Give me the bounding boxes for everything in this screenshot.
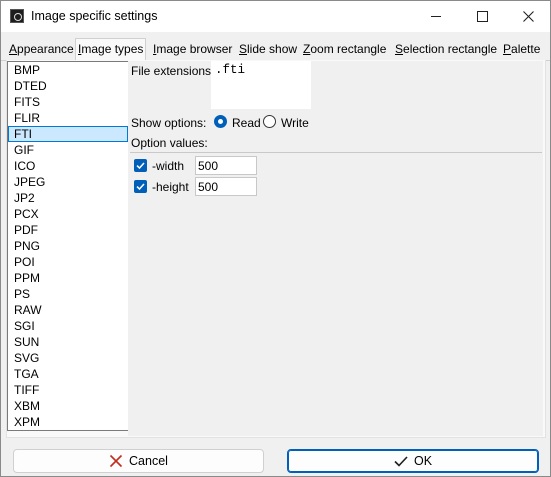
image-type-item[interactable]: GIF (8, 142, 128, 158)
window-title: Image specific settings (31, 9, 158, 23)
ok-button-label: OK (413, 454, 433, 468)
tab-image-types[interactable]: Image types (75, 38, 147, 61)
file-extensions-label: File extensions: (131, 64, 215, 78)
image-type-item[interactable]: TIFF (8, 382, 128, 398)
tab-slide-show[interactable]: Slide show (237, 40, 299, 59)
width-option-label: -width (152, 159, 185, 173)
image-type-item[interactable]: PPM (8, 270, 128, 286)
file-extensions-value: .fti (215, 63, 246, 77)
image-type-item[interactable]: FITS (8, 94, 128, 110)
tab-zoom-rectangle[interactable]: Zoom rectangle (301, 40, 388, 59)
image-type-list[interactable]: BMP DTED FITS FLIR FTI GIF ICO JPEG JP2 PCX PDF PNG… (7, 61, 129, 431)
write-radio-label[interactable]: Write (281, 116, 309, 130)
height-checkbox[interactable] (134, 180, 147, 193)
image-type-item[interactable]: FLIR (8, 110, 128, 126)
settings-dialog: Image specific settings Appearance Image… (0, 0, 551, 477)
option-values-label: Option values: (131, 136, 208, 150)
close-icon (522, 11, 534, 22)
cancel-x-icon (109, 454, 123, 468)
image-type-item[interactable]: JP2 (8, 190, 128, 206)
separator (130, 152, 542, 153)
ok-button[interactable]: OK (287, 449, 539, 473)
image-type-item[interactable]: JPEG (8, 174, 128, 190)
image-type-item[interactable]: ICO (8, 158, 128, 174)
tab-appearance[interactable]: Appearance (7, 40, 76, 59)
tab-palette[interactable]: Palette (501, 40, 542, 59)
image-type-item[interactable]: XPM (8, 414, 128, 430)
image-type-item[interactable]: DTED (8, 78, 128, 94)
image-type-item[interactable]: PNG (8, 238, 128, 254)
image-type-item[interactable]: RAW (8, 302, 128, 318)
height-option-input[interactable] (195, 177, 257, 196)
image-type-item[interactable]: PS (8, 286, 128, 302)
read-radio[interactable] (214, 115, 227, 128)
image-type-item[interactable]: SGI (8, 318, 128, 334)
show-options-label: Show options: (131, 116, 207, 130)
image-type-item[interactable]: PDF (8, 222, 128, 238)
width-checkbox[interactable] (134, 159, 147, 172)
image-type-item[interactable]: POI (8, 254, 128, 270)
image-type-item[interactable]: SUN (8, 334, 128, 350)
cancel-button[interactable]: Cancel (13, 449, 264, 473)
cancel-button-label: Cancel (129, 454, 168, 468)
tab-image-browser[interactable]: Image browser (151, 40, 234, 59)
check-icon (136, 162, 145, 170)
file-extensions-field[interactable]: .fti (211, 61, 311, 109)
checkmark-icon (394, 456, 408, 467)
image-type-item[interactable]: FTI (8, 126, 128, 142)
app-icon (10, 9, 24, 23)
tab-strip: Appearance Image types Image browser Sli… (1, 38, 550, 61)
height-option-label: -height (152, 180, 189, 194)
minimize-button[interactable] (413, 1, 459, 32)
tab-selection-rectangle[interactable]: Selection rectangle (393, 40, 499, 59)
title-bar[interactable]: Image specific settings (1, 1, 550, 32)
image-type-item[interactable]: SVG (8, 350, 128, 366)
write-radio[interactable] (263, 115, 276, 128)
check-icon (136, 183, 145, 191)
image-type-item[interactable]: XBM (8, 398, 128, 414)
maximize-button[interactable] (459, 1, 505, 32)
read-radio-label[interactable]: Read (232, 116, 261, 130)
close-button[interactable] (505, 1, 550, 32)
image-type-item[interactable]: BMP (8, 62, 128, 78)
image-type-item[interactable]: TGA (8, 366, 128, 382)
image-type-item[interactable]: PCX (8, 206, 128, 222)
width-option-input[interactable] (195, 156, 257, 175)
